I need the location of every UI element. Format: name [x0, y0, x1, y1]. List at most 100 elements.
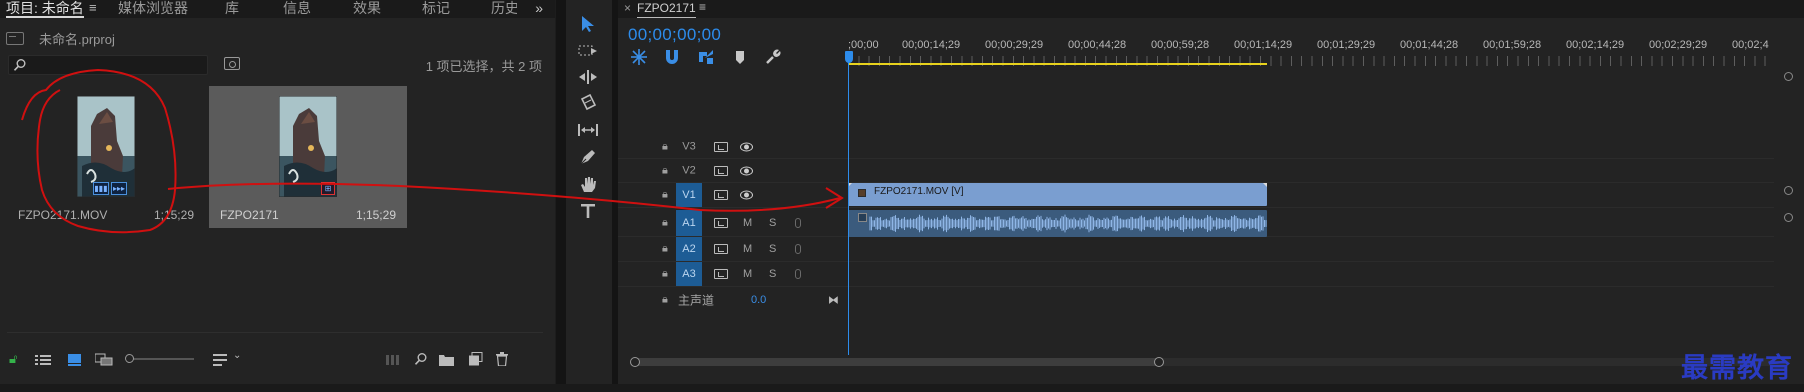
voiceover-mic-icon[interactable] — [795, 244, 801, 254]
sync-lock-icon[interactable] — [714, 244, 728, 254]
sync-lock-icon[interactable] — [714, 269, 728, 279]
find-icon[interactable] — [414, 352, 428, 366]
scrollbar-right-handle[interactable] — [1154, 357, 1164, 367]
playhead-handle[interactable] — [845, 51, 853, 63]
bowtie-icon[interactable]: ⧓ — [828, 293, 839, 306]
media-item-sequence[interactable]: ⊞ FZPO2171 1;15;29 — [209, 86, 407, 228]
lock-icon[interactable]: 🔓︎ — [9, 351, 17, 366]
ruler-label: 00;01;29;29 — [1317, 39, 1376, 51]
automate-to-sequence-icon[interactable] — [386, 353, 401, 367]
mute-button[interactable]: M — [743, 217, 752, 229]
timeline-scrollbar[interactable] — [630, 357, 1790, 367]
master-volume-value[interactable]: 0.0 — [751, 294, 766, 306]
trash-icon[interactable] — [496, 352, 508, 366]
solo-button[interactable]: S — [769, 217, 776, 229]
playhead-line[interactable] — [848, 60, 849, 355]
search-input[interactable] — [33, 57, 203, 73]
linked-selection-icon[interactable] — [697, 48, 715, 66]
tab-markers[interactable]: 标记 — [422, 0, 450, 18]
track-lock-icon[interactable]: 🔒︎ — [662, 268, 668, 281]
track-master[interactable]: 🔒︎ 主声道 0.0 ⧓ — [618, 287, 1774, 312]
new-search-bin-icon[interactable] — [224, 57, 240, 70]
solo-button[interactable]: S — [769, 268, 776, 280]
close-icon[interactable]: × — [624, 1, 631, 15]
media-item-clip[interactable]: ▮▮▮ ▸▸▸ FZPO2171.MOV 1;15;29 — [7, 86, 205, 228]
video-track-zoom-knob[interactable] — [1784, 186, 1793, 195]
track-lock-icon[interactable]: 🔒︎ — [662, 164, 668, 177]
track-header: 🔒︎ A1 M S — [618, 210, 843, 236]
tab-info[interactable]: 信息 — [283, 0, 311, 18]
sort-chevron-down-icon[interactable]: ⌄ — [233, 350, 241, 364]
mute-button[interactable]: M — [743, 243, 752, 255]
scrollbar-thumb[interactable] — [630, 357, 1164, 367]
audio-clip[interactable] — [848, 210, 1267, 237]
media-item-duration: 1;15;29 — [355, 208, 396, 222]
tab-media-browser[interactable]: 媒体浏览器 — [118, 0, 188, 18]
ripple-edit-tool[interactable] — [574, 65, 602, 89]
scrollbar-left-handle[interactable] — [630, 357, 640, 367]
list-view-icon[interactable] — [35, 353, 51, 367]
type-tool[interactable] — [574, 199, 602, 223]
pen-tool[interactable] — [574, 145, 602, 169]
panel-divider[interactable] — [556, 0, 566, 392]
sync-lock-icon[interactable] — [714, 141, 728, 152]
voiceover-mic-icon[interactable] — [795, 218, 801, 228]
snap-icon[interactable] — [663, 48, 681, 66]
new-item-icon[interactable] — [469, 352, 483, 366]
mute-button[interactable]: M — [743, 268, 752, 280]
track-lock-icon[interactable]: 🔒︎ — [662, 293, 668, 306]
sequence-menu-icon[interactable]: ≡ — [699, 0, 706, 14]
track-label[interactable]: V2 — [676, 159, 702, 182]
track-label[interactable]: V1 — [676, 183, 702, 207]
solo-button[interactable]: S — [769, 243, 776, 255]
tab-history[interactable]: 历史 — [491, 0, 517, 18]
clip-end-marker — [1263, 183, 1267, 187]
hand-tool[interactable] — [574, 172, 602, 196]
sync-lock-icon[interactable] — [714, 165, 728, 176]
audio-track-zoom-knob[interactable] — [1784, 213, 1793, 222]
track-select-tool[interactable] — [574, 39, 602, 63]
razor-tool[interactable] — [574, 91, 602, 115]
track-v2[interactable]: 🔒︎ V2 — [618, 159, 1774, 183]
selection-tool[interactable] — [574, 12, 602, 36]
playhead-timecode[interactable]: 00;00;00;00 — [628, 25, 721, 45]
eye-icon[interactable] — [740, 166, 753, 175]
ruler-zoom-knob[interactable] — [1784, 72, 1793, 81]
add-marker-icon[interactable] — [731, 48, 749, 66]
track-label[interactable]: A3 — [676, 262, 702, 286]
freeform-view-icon[interactable] — [95, 353, 113, 367]
track-label[interactable]: A1 — [676, 210, 702, 236]
track-v3[interactable]: 🔒︎ V3 — [618, 135, 1774, 159]
eye-icon[interactable] — [740, 190, 753, 200]
zoom-slider-handle[interactable] — [125, 354, 134, 363]
video-clip[interactable]: FZPO2171.MOV [V] — [848, 183, 1267, 206]
track-lock-icon[interactable]: 🔒︎ — [662, 189, 668, 202]
work-area-bar[interactable] — [848, 63, 1267, 65]
tab-overflow-icon[interactable]: » — [535, 0, 543, 16]
track-lock-icon[interactable]: 🔒︎ — [662, 140, 668, 153]
sync-lock-icon[interactable] — [714, 218, 728, 228]
sort-icon[interactable] — [213, 353, 227, 367]
slip-tool[interactable] — [574, 118, 602, 142]
track-select-icon — [578, 45, 597, 56]
voiceover-mic-icon[interactable] — [795, 269, 801, 279]
nest-sequence-icon[interactable] — [630, 48, 648, 66]
eye-icon[interactable] — [740, 142, 753, 151]
tab-menu-icon[interactable]: ≡ — [89, 0, 97, 15]
tab-effects[interactable]: 效果 — [353, 0, 381, 18]
icon-view-icon[interactable] — [68, 353, 81, 367]
tab-libraries[interactable]: 库 — [225, 0, 239, 18]
track-lock-icon[interactable]: 🔒︎ — [662, 217, 668, 230]
tab-sequence[interactable]: FZPO2171 — [637, 0, 696, 18]
track-lock-icon[interactable]: 🔒︎ — [662, 243, 668, 256]
sync-lock-icon[interactable] — [714, 190, 728, 200]
tab-project[interactable]: 项目: 未命名 — [6, 0, 84, 18]
project-search[interactable] — [8, 55, 208, 75]
track-a2[interactable]: 🔒︎ A2 M S — [618, 237, 1774, 262]
new-bin-icon[interactable] — [439, 353, 454, 367]
thumbnail-zoom-slider[interactable] — [125, 354, 194, 363]
wrench-icon[interactable] — [764, 48, 782, 66]
track-label[interactable]: A2 — [676, 237, 702, 261]
track-a3[interactable]: 🔒︎ A3 M S — [618, 262, 1774, 287]
track-label[interactable]: V3 — [676, 135, 702, 158]
